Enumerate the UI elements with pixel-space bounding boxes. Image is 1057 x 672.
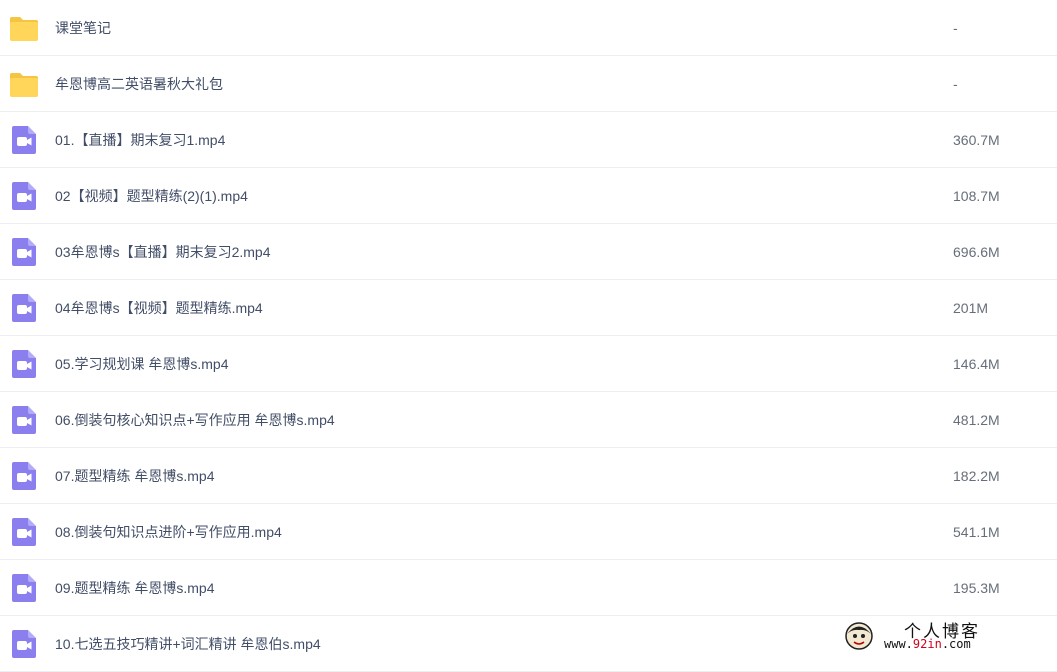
folder-row[interactable]: 牟恩博高二英语暑秋大礼包 -: [0, 56, 1057, 112]
watermark-url-suffix: .com: [941, 637, 971, 651]
file-row[interactable]: 04牟恩博s【视频】题型精练.mp4 201M: [0, 280, 1057, 336]
folder-icon: [8, 68, 40, 100]
video-file-icon: [8, 348, 40, 380]
file-name[interactable]: 04牟恩博s【视频】题型精练.mp4: [55, 280, 263, 336]
file-name[interactable]: 02【视频】题型精练(2)(1).mp4: [55, 168, 248, 224]
file-row[interactable]: 01.【直播】期末复习1.mp4 360.7M: [0, 112, 1057, 168]
avatar-logo-icon: [845, 622, 873, 650]
file-row[interactable]: 07.题型精练 牟恩博s.mp4 182.2M: [0, 448, 1057, 504]
folder-icon: [8, 12, 40, 44]
watermark-url-highlight: 92in: [912, 637, 942, 651]
file-name[interactable]: 03牟恩博s【直播】期末复习2.mp4: [55, 224, 270, 280]
file-size: -: [953, 76, 958, 92]
video-file-icon: [8, 292, 40, 324]
video-file-icon: [8, 404, 40, 436]
video-file-icon: [8, 180, 40, 212]
file-row[interactable]: 09.题型精练 牟恩博s.mp4 195.3M: [0, 560, 1057, 616]
file-list: 课堂笔记 - 牟恩博高二英语暑秋大礼包 - 01.【直播】期末复习1.mp4 360.7M…: [0, 0, 1057, 672]
file-row[interactable]: 02【视频】题型精练(2)(1).mp4 108.7M: [0, 168, 1057, 224]
file-size: 201M: [953, 300, 989, 316]
video-file-icon: [8, 628, 40, 660]
file-size: 182.2M: [953, 468, 1000, 484]
file-name[interactable]: 06.倒装句核心知识点+写作应用 牟恩博s.mp4: [55, 392, 335, 448]
file-size: 481.2M: [953, 412, 1000, 428]
watermark-url: www.92in.com: [884, 637, 971, 651]
video-file-icon: [8, 460, 40, 492]
file-size: 696.6M: [953, 244, 1000, 260]
video-file-icon: [8, 236, 40, 268]
file-size: 195.3M: [953, 580, 1000, 596]
file-row[interactable]: 05.学习规划课 牟恩博s.mp4 146.4M: [0, 336, 1057, 392]
watermark-url-prefix: www.: [884, 637, 913, 651]
file-size: -: [953, 20, 958, 36]
file-name[interactable]: 课堂笔记: [55, 0, 111, 56]
file-size: 360.7M: [953, 132, 1000, 148]
file-name[interactable]: 牟恩博高二英语暑秋大礼包: [55, 56, 223, 112]
video-file-icon: [8, 572, 40, 604]
file-name[interactable]: 07.题型精练 牟恩博s.mp4: [55, 448, 214, 504]
file-name[interactable]: 01.【直播】期末复习1.mp4: [55, 112, 225, 168]
file-size: 146.4M: [953, 356, 1000, 372]
file-row[interactable]: 06.倒装句核心知识点+写作应用 牟恩博s.mp4 481.2M: [0, 392, 1057, 448]
file-row[interactable]: 03牟恩博s【直播】期末复习2.mp4 696.6M: [0, 224, 1057, 280]
file-size: 541.1M: [953, 524, 1000, 540]
file-name[interactable]: 05.学习规划课 牟恩博s.mp4: [55, 336, 228, 392]
file-row[interactable]: 08.倒装句知识点进阶+写作应用.mp4 541.1M: [0, 504, 1057, 560]
file-name[interactable]: 10.七选五技巧精讲+词汇精讲 牟恩伯s.mp4: [55, 616, 321, 672]
folder-row[interactable]: 课堂笔记 -: [0, 0, 1057, 56]
video-file-icon: [8, 516, 40, 548]
blog-watermark: 个人博客 www.92in.com: [844, 621, 1039, 657]
file-size: 108.7M: [953, 188, 1000, 204]
file-name[interactable]: 08.倒装句知识点进阶+写作应用.mp4: [55, 504, 282, 560]
video-file-icon: [8, 124, 40, 156]
file-name[interactable]: 09.题型精练 牟恩博s.mp4: [55, 560, 214, 616]
